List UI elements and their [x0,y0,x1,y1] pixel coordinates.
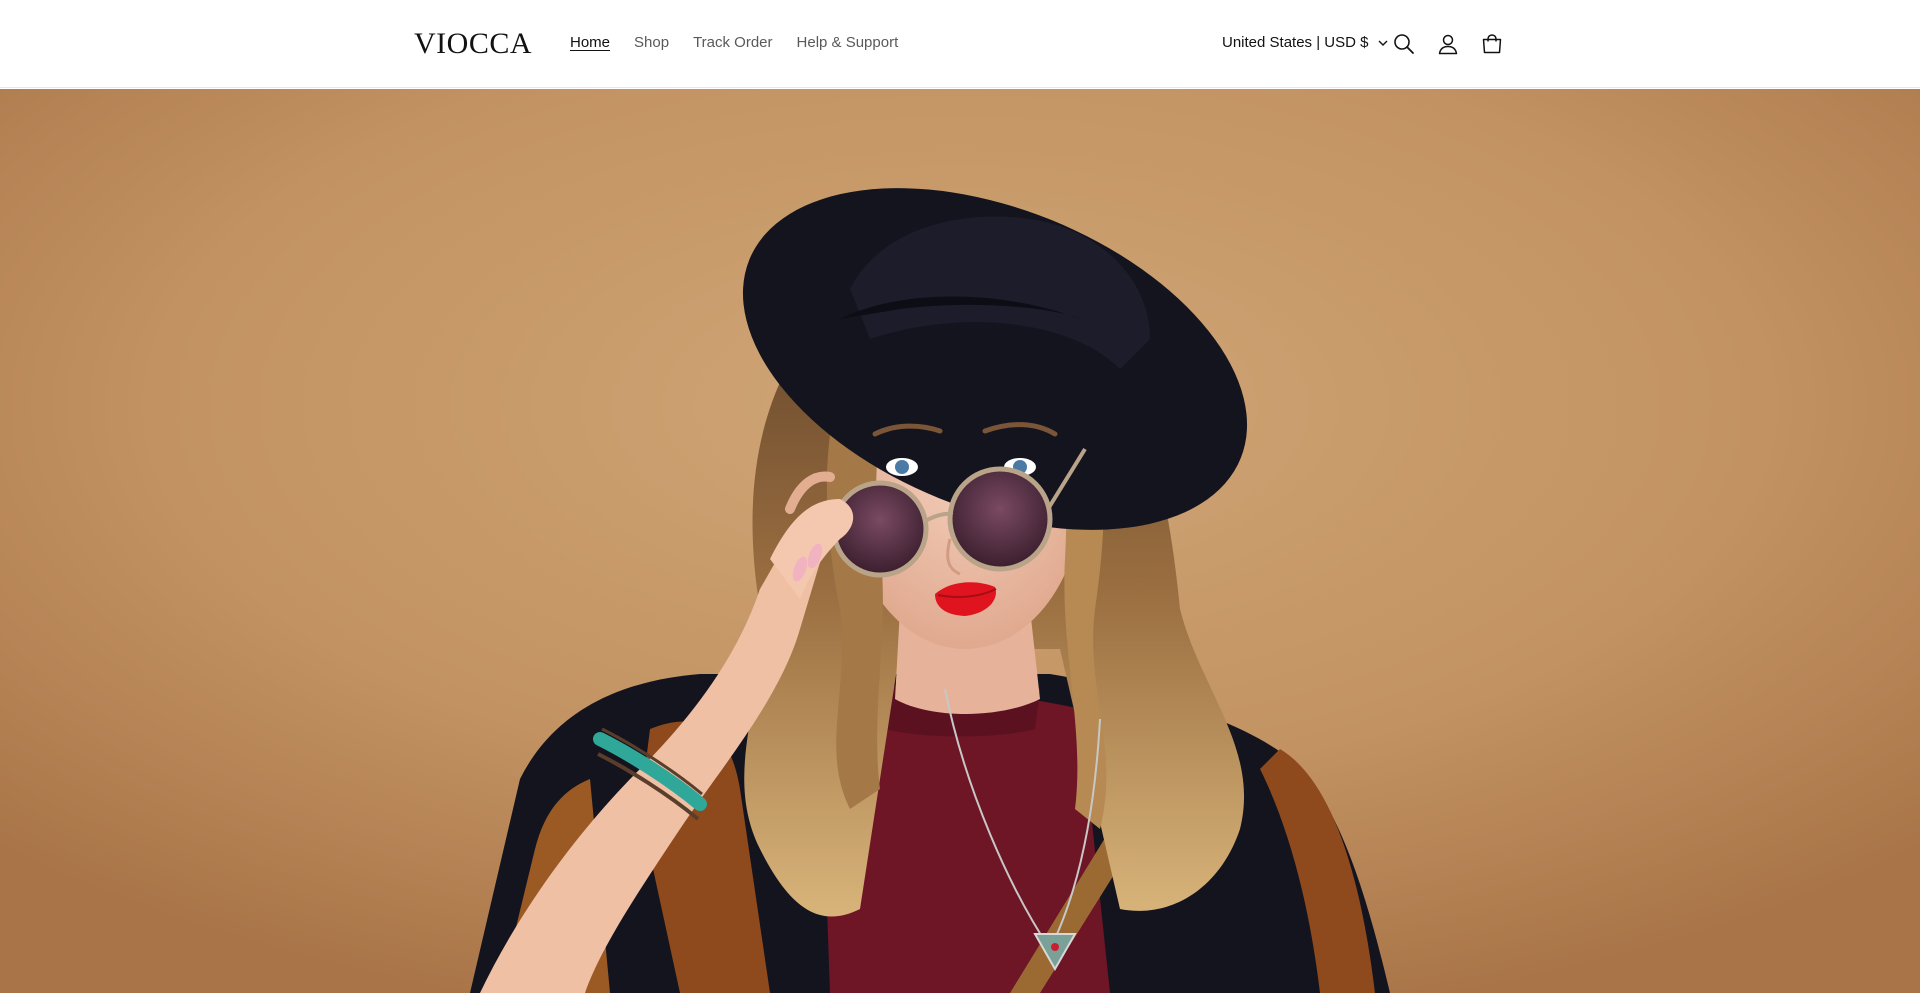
account-icon [1438,34,1458,55]
country-currency-selector[interactable]: United States | USD $ [1222,33,1389,53]
search-button[interactable] [1388,28,1420,60]
brand-logo[interactable]: VIOCCA [414,27,532,61]
nav-link-track-order[interactable]: Track Order [693,33,772,53]
nav-link-help-support[interactable]: Help & Support [797,33,899,53]
hero-banner [0,89,1920,993]
country-currency-label: United States | USD $ [1222,34,1369,51]
hero-image [0,89,1920,993]
site-header: VIOCCA Home Shop Track Order Help & Supp… [0,0,1920,88]
account-button[interactable] [1432,28,1464,60]
cart-button[interactable] [1476,28,1508,60]
nav-link-shop[interactable]: Shop [634,33,669,53]
search-icon [1394,34,1414,54]
main-nav: Home Shop Track Order Help & Support [570,33,922,53]
cart-icon [1482,34,1502,54]
nav-link-home[interactable]: Home [570,33,610,53]
